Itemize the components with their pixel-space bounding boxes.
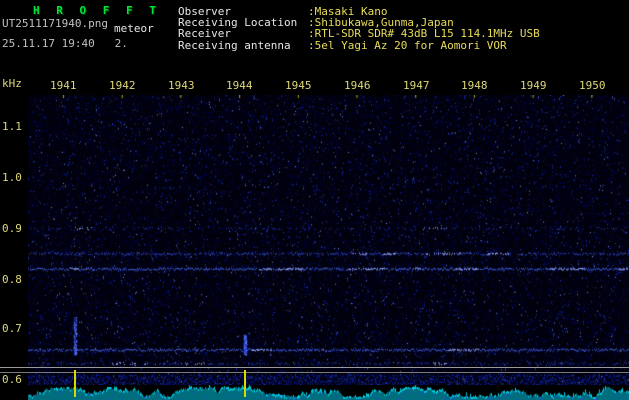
y-tick-label: 1.0 (2, 171, 22, 184)
antenna-value: :5el Yagi Az 20 for Aomori VOR (308, 39, 507, 52)
y-tick-label: 0.6 (2, 373, 22, 386)
annotation-label: meteor (114, 22, 154, 35)
app-title: H R O F F T (33, 4, 161, 17)
signal-level-strip (28, 385, 629, 400)
receiver-value: :RTL-SDR SDR# 43dB L15 114.1MHz USB (308, 27, 540, 40)
x-tick-label: 1946 (344, 79, 371, 92)
separator-line-upper (0, 367, 629, 368)
spectrogram-canvas (28, 95, 629, 385)
x-tick-label: 1943 (168, 79, 195, 92)
separator-line-lower (0, 372, 629, 373)
timestamp-label: 25.11.17 19:40 2. (2, 37, 128, 50)
y-tick-label: 1.1 (2, 120, 22, 133)
receiver-label: Receiver (178, 27, 231, 40)
y-tick-label: 0.7 (2, 322, 22, 335)
x-tick-label: 1945 (285, 79, 312, 92)
event-marker (244, 370, 246, 397)
x-tick-label: 1949 (520, 79, 547, 92)
y-tick-label: 0.8 (2, 273, 22, 286)
x-tick-label: 1944 (226, 79, 253, 92)
y-axis-unit: kHz (2, 77, 22, 90)
x-tick-label: 1942 (109, 79, 136, 92)
antenna-label: Receiving antenna (178, 39, 291, 52)
event-marker (74, 370, 76, 397)
filename-label: UT2511171940.png (2, 17, 108, 30)
x-tick-label: 1950 (579, 79, 606, 92)
x-tick-label: 1941 (50, 79, 77, 92)
x-tick-label: 1948 (461, 79, 488, 92)
y-tick-label: 0.9 (2, 222, 22, 235)
hrofft-spectrogram-image: H R O F F T UT2511171940.png meteor 25.1… (0, 0, 629, 400)
x-tick-label: 1947 (403, 79, 430, 92)
